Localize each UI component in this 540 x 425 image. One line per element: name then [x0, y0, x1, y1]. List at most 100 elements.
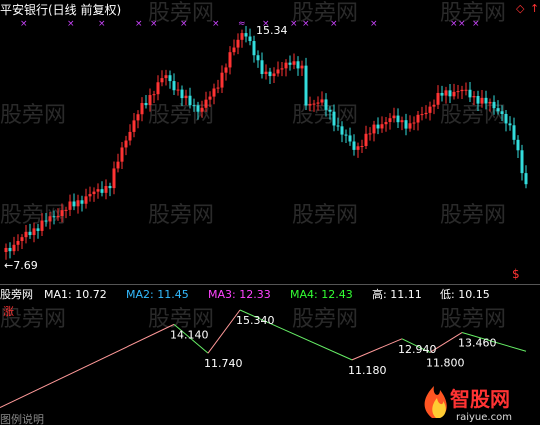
marker-icon: ×: [458, 19, 466, 29]
marker-icon: ×: [450, 19, 458, 29]
bottom-left-text: 图例说明: [0, 412, 44, 425]
candle-body: [56, 216, 60, 218]
candle-body: [240, 33, 244, 40]
candle-body: [304, 65, 308, 106]
watermark-text: 股旁网: [148, 103, 214, 128]
candle-body: [52, 216, 56, 218]
candle-body: [12, 244, 16, 252]
candle-body: [164, 75, 168, 79]
indicator-legend: 股旁网 MA1: 10.72 MA2: 11.45 MA3: 12.33 MA4: 1…: [0, 287, 490, 301]
candle-body: [188, 95, 192, 106]
candle-body: [76, 200, 80, 207]
marker-icon: ×: [20, 19, 28, 29]
candle-body: [364, 133, 368, 147]
candle-body: [360, 146, 364, 148]
candle-body: [336, 125, 340, 127]
candle-body: [192, 105, 196, 107]
zigzag-label: 11.800: [426, 356, 465, 369]
candle-body: [120, 147, 124, 162]
candle-body: [264, 71, 268, 74]
candle-body: [232, 47, 236, 53]
candle-body: [388, 118, 392, 123]
candle-body: [156, 82, 160, 95]
candle-body: [148, 95, 152, 106]
candle-body: [32, 228, 36, 236]
candle-body: [368, 133, 372, 135]
dollar-icon: $: [512, 267, 520, 281]
candle-body: [64, 209, 68, 211]
candle-body: [380, 124, 384, 129]
candle-body: [484, 97, 488, 104]
marker-icon: ≈: [238, 19, 246, 29]
candle-body: [20, 237, 24, 242]
candle-body: [340, 126, 344, 135]
candle-body: [224, 67, 228, 73]
zigzag-label: 13.460: [458, 337, 497, 350]
candle-body: [176, 89, 180, 91]
candle-body: [496, 108, 500, 112]
candle-body: [212, 88, 216, 97]
candle-body: [140, 103, 144, 115]
diamond-icon[interactable]: ◇: [516, 2, 525, 15]
candle-body: [228, 52, 232, 68]
candle-body: [112, 168, 116, 189]
candle-body: [472, 95, 476, 98]
candle-body: [128, 131, 132, 141]
candle-body: [36, 228, 40, 231]
indicator-item-1: MA2: 11.45: [126, 288, 189, 301]
candle-body: [296, 61, 300, 69]
candle-body: [512, 125, 516, 140]
high-price-label: 15.34: [256, 24, 288, 37]
candle-body: [384, 122, 388, 125]
candle-body: [16, 241, 20, 245]
candle-body: [40, 220, 44, 231]
marker-icon: ×: [67, 19, 75, 29]
chart-title: 平安银行(日线 前复权): [0, 2, 121, 17]
candle-body: [216, 87, 220, 89]
candle-body: [184, 95, 188, 99]
candle-body: [60, 210, 64, 217]
candle-body: [348, 135, 352, 142]
candle-body: [288, 62, 292, 65]
candle-body: [352, 141, 356, 150]
candle-body: [444, 90, 448, 96]
candle-body: [220, 72, 224, 88]
candle-body: [144, 103, 148, 106]
candle-body: [520, 150, 524, 174]
watermark-text: 股旁网: [148, 203, 214, 228]
candle-body: [8, 247, 12, 252]
candle-body: [312, 103, 316, 105]
candle-body: [4, 247, 8, 252]
candle-body: [504, 113, 508, 124]
candle-body: [428, 106, 432, 113]
candle-body: [308, 103, 312, 106]
candle-body: [432, 104, 436, 107]
candle-body: [272, 73, 276, 77]
candle-body: [404, 120, 408, 129]
candle-body: [160, 78, 164, 83]
candle-body: [124, 140, 128, 148]
candle-body: [488, 101, 492, 104]
candle-body: [104, 186, 108, 193]
candle-body: [208, 96, 212, 100]
candle-body: [396, 115, 400, 123]
logo-text: 智股网: [450, 387, 510, 411]
candle-body: [480, 97, 484, 104]
zigzag-label: 11.740: [204, 357, 243, 370]
marker-icon: ×: [370, 19, 378, 29]
arrow-icon[interactable]: ↑: [530, 2, 539, 15]
watermark-text: 股旁网: [440, 307, 506, 332]
indicator-item-2: MA3: 12.33: [208, 288, 271, 301]
marker-icon: ×: [180, 19, 188, 29]
candle-body: [424, 112, 428, 115]
candle-body: [200, 107, 204, 112]
candle-body: [132, 120, 136, 132]
candle-body: [108, 186, 112, 189]
candle-body: [324, 99, 328, 110]
candle-body: [168, 75, 172, 82]
indicator-item-0: MA1: 10.72: [44, 288, 107, 301]
watermark-text: 股旁网: [0, 103, 66, 128]
candle-body: [100, 189, 104, 193]
candle-body: [372, 124, 376, 134]
marker-icon: ×: [290, 19, 298, 29]
